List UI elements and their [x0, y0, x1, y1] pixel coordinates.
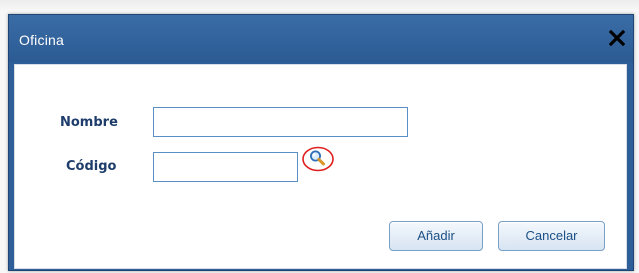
- oficina-dialog: Oficina Nombre Código Añadir Cancelar: [8, 14, 634, 271]
- codigo-lookup-button[interactable]: [300, 145, 336, 173]
- nombre-label: Nombre: [60, 115, 118, 130]
- add-button[interactable]: Añadir: [389, 221, 483, 251]
- codigo-input[interactable]: [153, 152, 298, 182]
- dialog-content: Nombre Código Añadir Cancelar: [14, 64, 627, 269]
- close-icon[interactable]: [608, 29, 626, 47]
- window-top-band: [0, 0, 639, 12]
- cancel-button[interactable]: Cancelar: [498, 221, 605, 251]
- codigo-label: Código: [66, 159, 117, 174]
- nombre-input[interactable]: [153, 107, 408, 137]
- dialog-titlebar[interactable]: Oficina: [9, 15, 633, 62]
- dialog-title: Oficina: [19, 32, 64, 48]
- magnifier-icon: [302, 146, 334, 172]
